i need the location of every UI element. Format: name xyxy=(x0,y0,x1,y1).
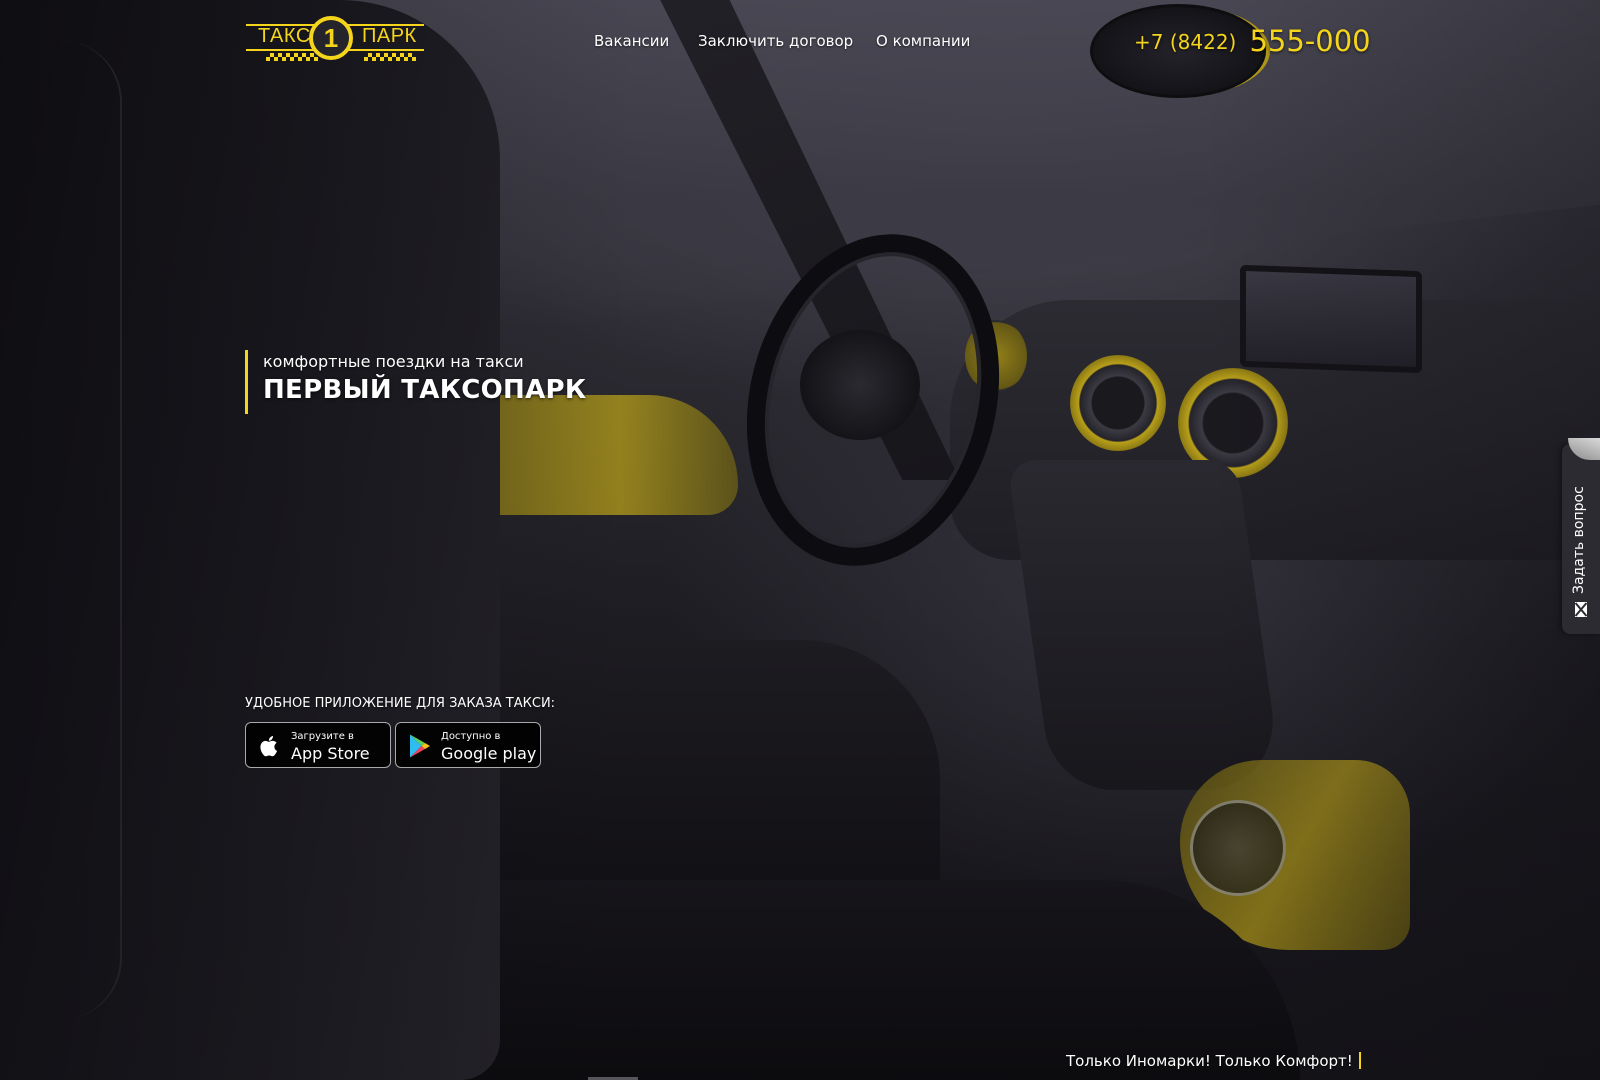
steering-wheel xyxy=(713,207,1033,593)
ask-question-label: Задать вопрос xyxy=(1571,486,1587,594)
center-console xyxy=(1006,460,1284,790)
google-play-big-text: Google play xyxy=(441,744,537,763)
google-play-icon xyxy=(410,734,430,758)
infotainment-screen xyxy=(1240,264,1422,374)
logo-number-circle: 1 xyxy=(309,16,353,60)
passenger-seat xyxy=(420,640,940,940)
slogan-text: Только Иномарки! Только Комфорт! xyxy=(1066,1052,1353,1070)
air-vent-right xyxy=(1178,368,1288,478)
ask-question-tab[interactable]: Задать вопрос xyxy=(1562,438,1600,634)
google-play-small-text: Доступно в xyxy=(441,731,501,742)
steering-wheel-hub xyxy=(800,330,920,440)
hero-subtitle: комфортные поездки на такси xyxy=(263,352,524,371)
logo-left-word: ТАКС xyxy=(258,25,311,47)
site-logo[interactable]: ТАКС 1 ПАРК xyxy=(246,16,424,70)
pillar-background xyxy=(640,0,960,480)
rear-seat xyxy=(300,880,1300,1080)
phone-number[interactable]: +7 (8422) 555-000 xyxy=(1134,24,1371,58)
gauge-cluster xyxy=(965,320,1027,392)
dashboard-background xyxy=(950,300,1600,560)
phone-main-number: 555-000 xyxy=(1249,24,1371,58)
airport-badge xyxy=(1190,800,1286,896)
apple-icon xyxy=(260,736,277,757)
app-store-small-text: Загрузите в xyxy=(291,731,354,742)
logo-checker-left xyxy=(266,53,318,61)
checker-pattern xyxy=(253,420,437,490)
landing-page: ТАКС 1 ПАРК Вакансии Заключить договор О… xyxy=(0,0,1600,1080)
typing-cursor xyxy=(1358,1052,1361,1069)
air-vent-left xyxy=(1070,355,1166,451)
slogan: Только Иномарки! Только Комфорт! xyxy=(1066,1052,1361,1070)
driver-seat xyxy=(0,0,500,1080)
nav-link-about[interactable]: О компании xyxy=(876,32,970,50)
nav-link-contract[interactable]: Заключить договор xyxy=(698,32,853,50)
app-store-button[interactable]: Загрузите в App Store xyxy=(245,722,391,768)
app-store-big-text: App Store xyxy=(291,744,370,763)
seat-stitching xyxy=(60,40,122,1020)
hero-title: ПЕРВЫЙ ТАКСОПАРК xyxy=(263,375,587,405)
hero-block: комфортные поездки на такси ПЕРВЫЙ ТАКСО… xyxy=(245,350,586,414)
vignette-overlay xyxy=(0,0,1600,1080)
logo-right-word: ПАРК xyxy=(362,25,417,47)
mail-icon xyxy=(1575,602,1587,617)
floor-mat xyxy=(1180,760,1410,950)
logo-checker-right xyxy=(364,53,416,61)
google-play-button[interactable]: Доступно в Google play xyxy=(395,722,541,768)
phone-prefix: +7 (8422) xyxy=(1134,30,1237,54)
apps-label: УДОБНОЕ ПРИЛОЖЕНИЕ ДЛЯ ЗАКАЗА ТАКСИ: xyxy=(245,696,556,711)
tab-page-curl xyxy=(1568,438,1600,460)
nav-link-vacancies[interactable]: Вакансии xyxy=(594,32,669,50)
